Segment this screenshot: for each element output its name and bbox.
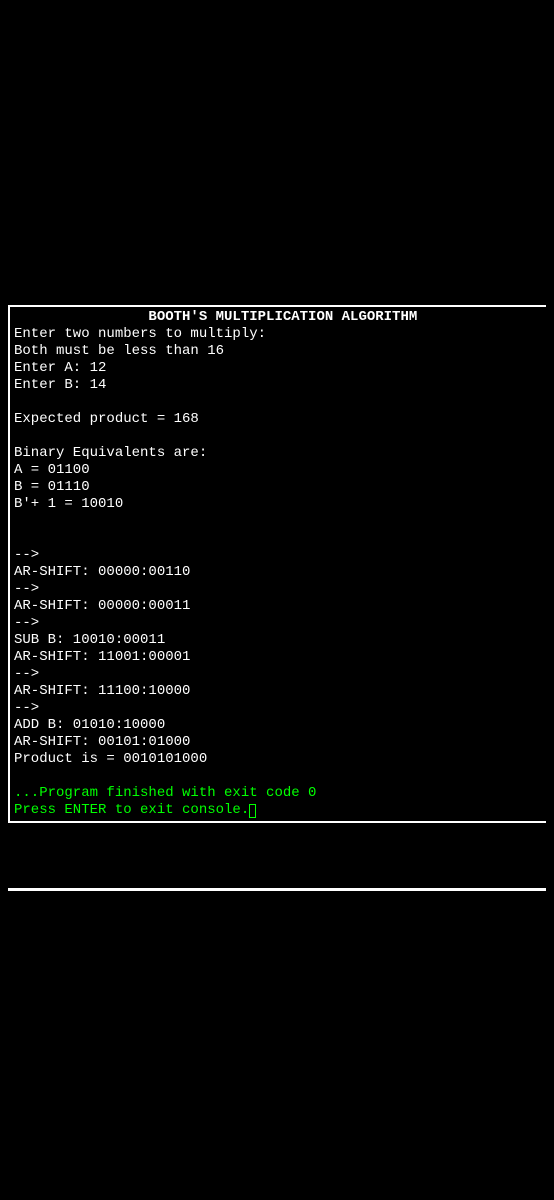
console-line: Binary Equivalents are: xyxy=(14,445,542,462)
console-line: AR-SHIFT: 11100:10000 xyxy=(14,683,542,700)
console-line: AR-SHIFT: 00101:01000 xyxy=(14,734,542,751)
console-line: ADD B: 01010:10000 xyxy=(14,717,542,734)
console-line: SUB B: 10010:00011 xyxy=(14,632,542,649)
console-line xyxy=(14,768,542,785)
console-line: --> xyxy=(14,547,542,564)
console-line: Enter A: 12 xyxy=(14,360,542,377)
console-line: Both must be less than 16 xyxy=(14,343,542,360)
console-output[interactable]: Enter two numbers to multiply:Both must … xyxy=(14,326,542,819)
console-line xyxy=(14,394,542,411)
console-line: AR-SHIFT: 00000:00110 xyxy=(14,564,542,581)
cursor-icon xyxy=(249,804,256,818)
console-line: Expected product = 168 xyxy=(14,411,542,428)
console-line: --> xyxy=(14,666,542,683)
console-line: --> xyxy=(14,615,542,632)
console-bottom-divider xyxy=(8,888,546,891)
console-line: B = 01110 xyxy=(14,479,542,496)
console-line xyxy=(14,530,542,547)
console-line xyxy=(14,513,542,530)
console-line: --> xyxy=(14,581,542,598)
console-line: Press ENTER to exit console. xyxy=(14,802,542,819)
console-line: Product is = 0010101000 xyxy=(14,751,542,768)
console-line: AR-SHIFT: 11001:00001 xyxy=(14,649,542,666)
console-line: Enter B: 14 xyxy=(14,377,542,394)
console-title: BOOTH'S MULTIPLICATION ALGORITHM xyxy=(14,309,542,326)
console-line: --> xyxy=(14,700,542,717)
console-window: BOOTH'S MULTIPLICATION ALGORITHM Enter t… xyxy=(8,305,546,823)
console-line: Enter two numbers to multiply: xyxy=(14,326,542,343)
console-line: A = 01100 xyxy=(14,462,542,479)
console-line xyxy=(14,428,542,445)
console-line: B'+ 1 = 10010 xyxy=(14,496,542,513)
console-line: ...Program finished with exit code 0 xyxy=(14,785,542,802)
console-line: AR-SHIFT: 00000:00011 xyxy=(14,598,542,615)
